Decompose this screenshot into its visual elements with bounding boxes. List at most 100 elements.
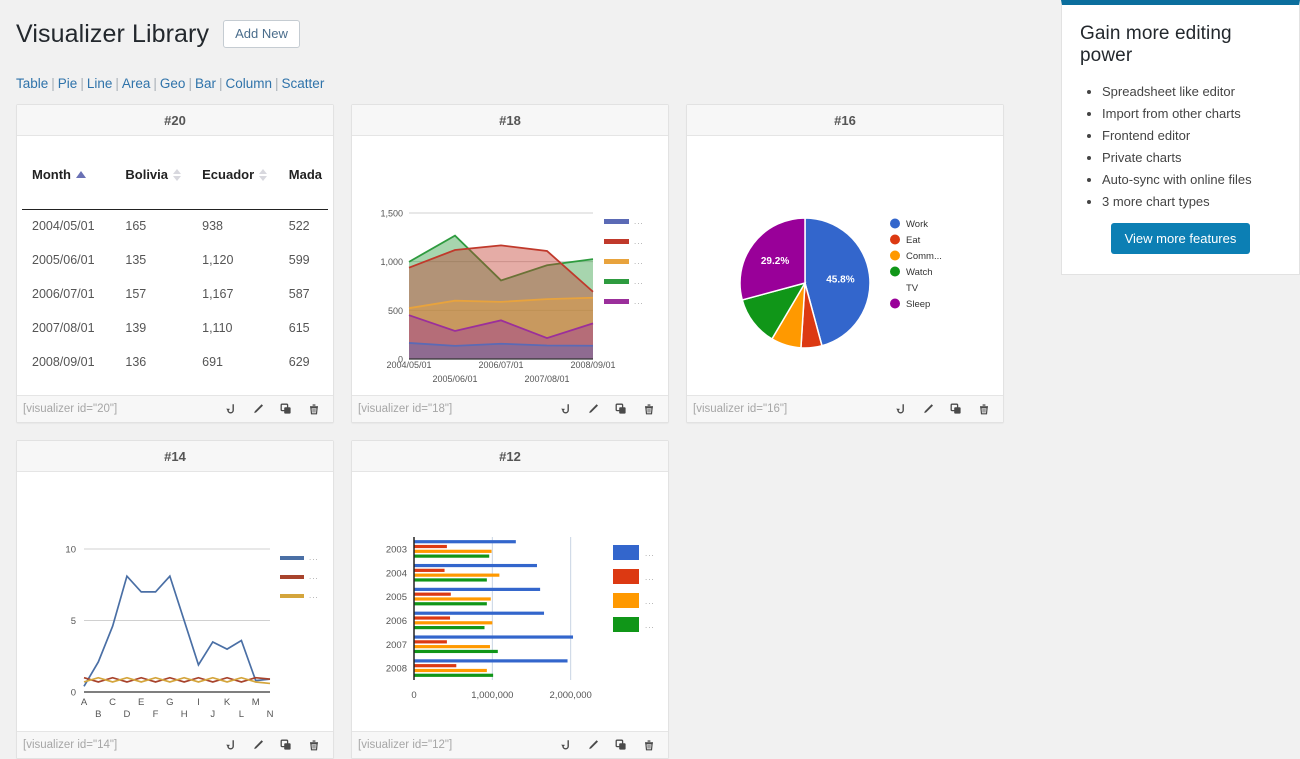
legend-label-1: ... [309, 572, 319, 581]
legend-dot-1[interactable] [890, 235, 900, 245]
line-chart-body: 0510ABCDEFGHIJKLMN......... [17, 472, 333, 731]
bar-0-2[interactable] [414, 550, 492, 553]
axis-label: L [239, 709, 244, 720]
nav-link-geo[interactable]: Geo [160, 76, 186, 91]
bar-5-1[interactable] [414, 664, 456, 667]
chart-card-14[interactable]: #14 0510ABCDEFGHIJKLMN......... [visuali… [16, 440, 334, 759]
axis-label: 2005 [386, 592, 407, 603]
table-row: 2005/06/011351,120599 [22, 243, 328, 277]
bar-3-2[interactable] [414, 621, 492, 624]
table-cell: 2004/05/01 [22, 209, 115, 243]
bar-0-3[interactable] [414, 555, 489, 558]
legend-swatch-2[interactable] [613, 593, 639, 608]
legend-swatch-4[interactable] [604, 299, 629, 304]
nav-separator: | [185, 76, 195, 91]
edit-icon[interactable] [586, 402, 600, 416]
nav-link-scatter[interactable]: Scatter [282, 76, 325, 91]
legend-dot-0[interactable] [890, 219, 900, 229]
bar-0-1[interactable] [414, 545, 447, 548]
nav-link-bar[interactable]: Bar [195, 76, 216, 91]
sort-toggle-icon[interactable] [173, 169, 181, 181]
legend-swatch-3[interactable] [604, 279, 629, 284]
view-more-features-button[interactable]: View more features [1111, 223, 1251, 254]
add-new-button[interactable]: Add New [223, 20, 300, 49]
chart-card-20[interactable]: #20 Month [16, 104, 334, 423]
column-header-month[interactable]: Month [22, 141, 115, 209]
chart-card-12[interactable]: #12 01,000,0002,000,00020032004200520062… [351, 440, 669, 759]
bar-2-3[interactable] [414, 602, 487, 605]
bar-3-3[interactable] [414, 626, 485, 629]
bar-2-2[interactable] [414, 597, 491, 600]
sort-toggle-icon[interactable] [259, 169, 267, 181]
export-icon[interactable] [223, 402, 237, 416]
table-cell: 2007/08/01 [22, 311, 115, 345]
axis-label: 2,000,000 [550, 690, 592, 701]
clone-icon[interactable] [614, 402, 628, 416]
nav-link-area[interactable]: Area [122, 76, 151, 91]
column-header-mada[interactable]: Mada [279, 141, 328, 209]
bar-2-0[interactable] [414, 588, 540, 591]
bar-1-0[interactable] [414, 564, 537, 567]
export-icon[interactable] [558, 402, 572, 416]
chart-card-16[interactable]: #16 45.8%29.2%WorkEatComm...WatchTVSleep… [686, 104, 1004, 423]
bar-2-1[interactable] [414, 593, 451, 596]
legend-swatch-1[interactable] [613, 569, 639, 584]
legend-swatch-0[interactable] [280, 556, 304, 560]
axis-label: 2005/06/01 [432, 374, 477, 384]
delete-icon[interactable] [642, 402, 656, 416]
chart-card-18[interactable]: #18 05001,0001,5002004/05/012005/06/0120… [351, 104, 669, 423]
legend-dot-3[interactable] [890, 267, 900, 277]
axis-label: 2008/09/01 [570, 360, 615, 370]
delete-icon[interactable] [977, 402, 991, 416]
legend-dot-2[interactable] [890, 251, 900, 261]
promo-feature-item: Import from other charts [1102, 103, 1281, 125]
axis-label: 1,000,000 [471, 690, 513, 701]
nav-link-column[interactable]: Column [226, 76, 273, 91]
axis-label: 0 [411, 690, 416, 701]
bar-4-0[interactable] [414, 635, 573, 638]
card-footer: [visualizer id="12"] [352, 731, 668, 758]
bar-4-1[interactable] [414, 640, 447, 643]
legend-swatch-1[interactable] [604, 239, 629, 244]
edit-icon[interactable] [921, 402, 935, 416]
axis-label: 10 [65, 545, 76, 556]
bar-0-0[interactable] [414, 540, 516, 543]
table-cell: 599 [279, 243, 328, 277]
nav-link-table[interactable]: Table [16, 76, 48, 91]
table-row: 2006/07/011571,167587 [22, 277, 328, 311]
bar-1-1[interactable] [414, 569, 445, 572]
pie-chart: 45.8%29.2%WorkEatComm...WatchTVSleep [692, 141, 1000, 390]
legend-swatch-2[interactable] [604, 259, 629, 264]
bar-5-2[interactable] [414, 669, 487, 672]
legend-dot-4[interactable] [890, 299, 900, 309]
table-cell: 157 [115, 277, 192, 311]
legend-swatch-3[interactable] [613, 617, 639, 632]
clone-icon[interactable] [279, 402, 293, 416]
nav-link-pie[interactable]: Pie [58, 76, 78, 91]
export-icon[interactable] [893, 402, 907, 416]
axis-label: 2008 [386, 664, 407, 675]
legend-swatch-1[interactable] [280, 575, 304, 579]
column-header-ecuador[interactable]: Ecuador [192, 141, 279, 209]
column-header-bolivia[interactable]: Bolivia [115, 141, 192, 209]
bar-3-1[interactable] [414, 616, 450, 619]
bar-5-0[interactable] [414, 659, 568, 662]
bar-1-3[interactable] [414, 578, 487, 581]
column-label: Mada [289, 167, 322, 182]
edit-icon[interactable] [251, 402, 265, 416]
legend-swatch-2[interactable] [280, 594, 304, 598]
shortcode-text: [visualizer id="12"] [358, 739, 558, 751]
nav-link-line[interactable]: Line [87, 76, 113, 91]
delete-icon[interactable] [307, 402, 321, 416]
bar-4-3[interactable] [414, 650, 498, 653]
bar-4-2[interactable] [414, 645, 490, 648]
sort-ascending-icon[interactable] [76, 171, 86, 178]
legend-label-3: ... [645, 621, 655, 630]
legend-swatch-0[interactable] [604, 219, 629, 224]
table-cell: 165 [115, 209, 192, 243]
legend-swatch-0[interactable] [613, 545, 639, 560]
bar-5-3[interactable] [414, 674, 493, 677]
bar-1-2[interactable] [414, 574, 499, 577]
bar-3-0[interactable] [414, 612, 544, 615]
clone-icon[interactable] [949, 402, 963, 416]
